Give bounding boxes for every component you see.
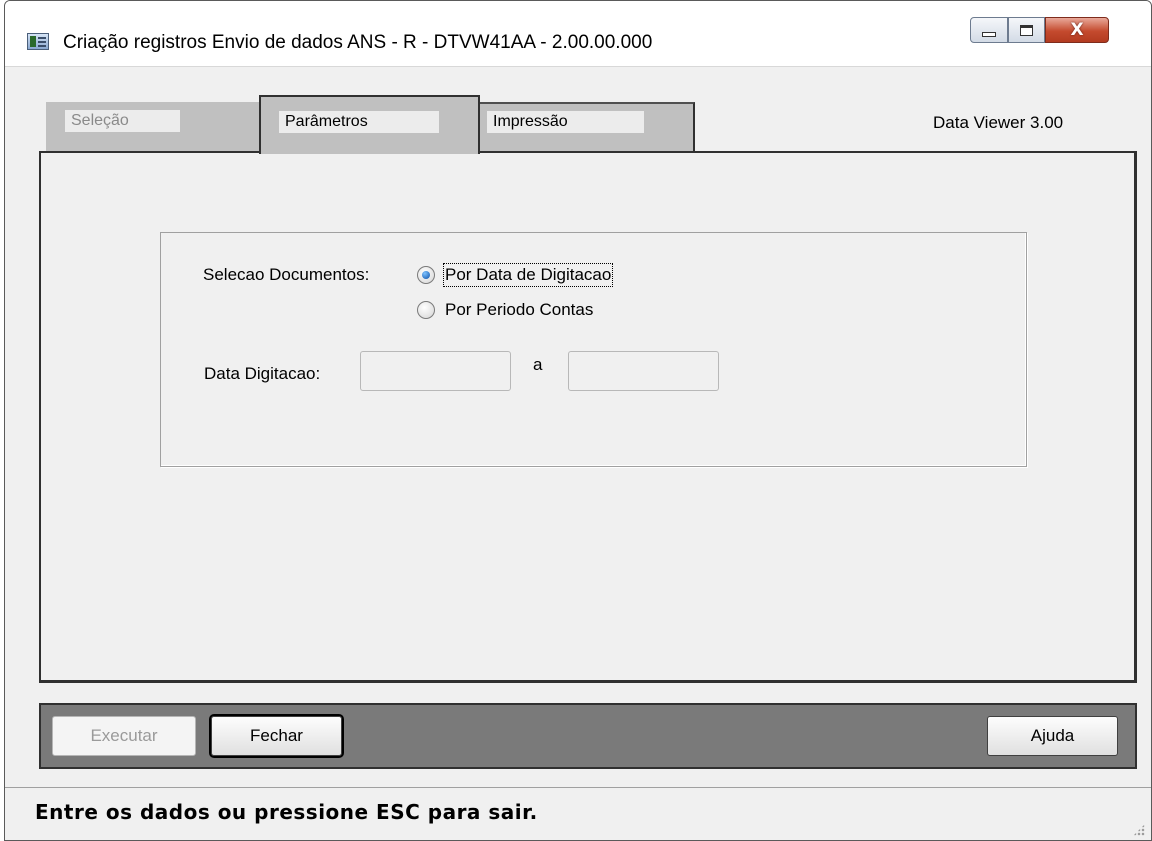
selection-label: Selecao Documentos: [203, 265, 370, 284]
radio-label-por-data-digitacao[interactable]: Por Data de Digitacao [442, 263, 614, 287]
tab-panel-parametros: Selecao Documentos: Por Data de Digitaca… [39, 151, 1137, 683]
radio-por-periodo-contas[interactable] [417, 301, 435, 319]
title-bar[interactable]: Criação registros Envio de dados ANS - R… [5, 1, 1151, 67]
main-window: Criação registros Envio de dados ANS - R… [4, 0, 1152, 841]
maximize-button[interactable] [1008, 17, 1045, 43]
minimize-icon [982, 31, 996, 37]
close-icon: X [1070, 20, 1084, 40]
radio-label-por-periodo-contas[interactable]: Por Periodo Contas [445, 300, 593, 320]
date-to-field[interactable] [568, 351, 719, 391]
status-bar: Entre os dados ou pressione ESC para sai… [5, 787, 1151, 840]
close-button[interactable]: X [1045, 17, 1109, 43]
button-bar: Executar Fechar Ajuda [39, 703, 1137, 769]
tab-impressao[interactable]: Impressão [476, 102, 695, 152]
resize-grip-icon[interactable] [1133, 824, 1145, 836]
radio-por-data-digitacao[interactable] [417, 266, 435, 284]
tab-label: Impressão [487, 111, 644, 133]
minimize-button[interactable] [970, 17, 1008, 43]
parameters-group: Selecao Documentos: Por Data de Digitaca… [160, 232, 1027, 467]
window-title: Criação registros Envio de dados ANS - R… [63, 32, 653, 53]
caption-buttons: X [970, 17, 1109, 43]
date-from-field[interactable] [360, 351, 511, 391]
status-message: Entre os dados ou pressione ESC para sai… [35, 800, 538, 824]
close-form-button[interactable]: Fechar [211, 716, 342, 756]
tab-label: Seleção [65, 110, 180, 132]
maximize-icon [1020, 24, 1033, 36]
help-button[interactable]: Ajuda [987, 716, 1118, 756]
execute-button[interactable]: Executar [52, 716, 196, 756]
date-separator: a [533, 355, 543, 374]
date-label: Data Digitacao: [204, 364, 321, 383]
app-icon [27, 33, 49, 50]
tab-selecao[interactable]: Seleção [46, 102, 263, 152]
tab-parametros[interactable]: Parâmetros [259, 95, 480, 154]
tab-label: Parâmetros [279, 111, 439, 133]
version-label: Data Viewer 3.00 [933, 113, 1064, 132]
